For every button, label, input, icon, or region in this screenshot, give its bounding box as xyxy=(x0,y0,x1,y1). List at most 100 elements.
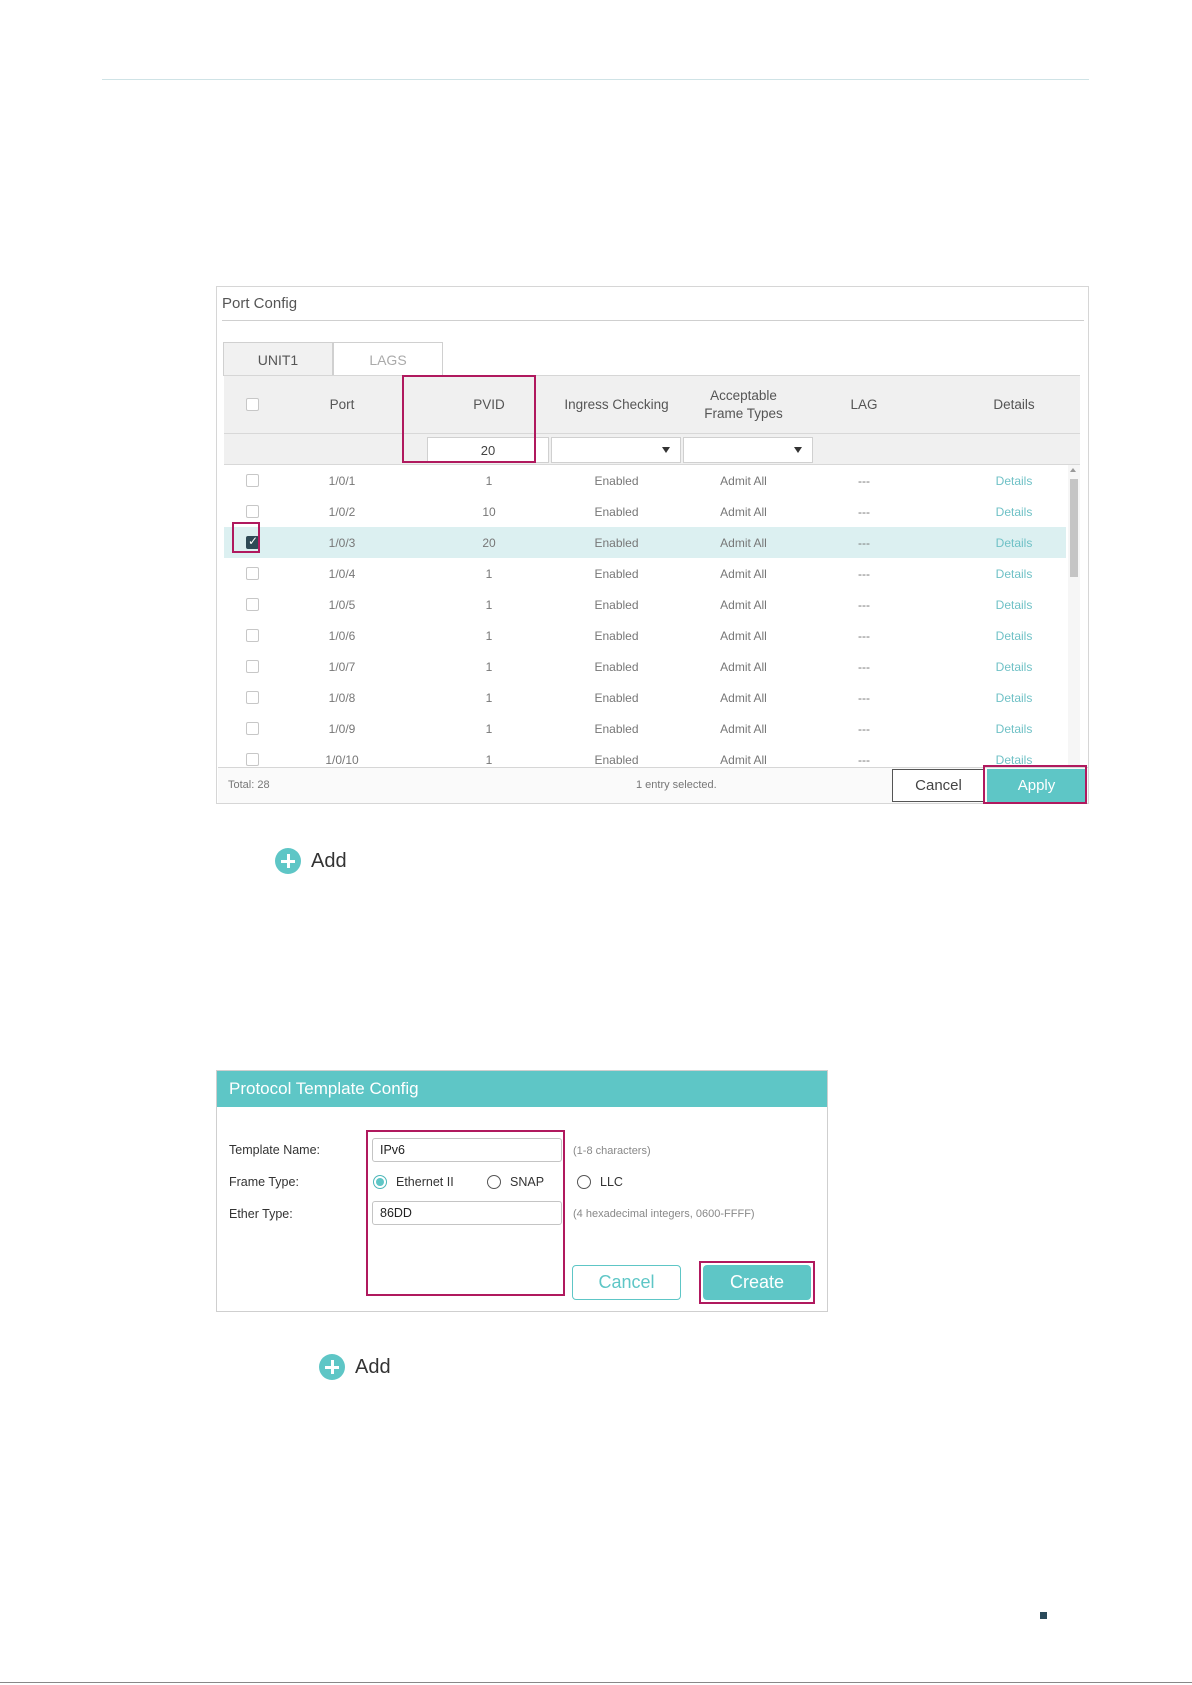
row-checkbox[interactable] xyxy=(246,598,259,611)
column-port: Port xyxy=(329,397,355,412)
cell-frame-type: Admit All xyxy=(720,597,767,612)
details-link[interactable]: Details xyxy=(954,465,1066,496)
cancel-button[interactable]: Cancel xyxy=(572,1265,681,1300)
cell-ingress: Enabled xyxy=(594,628,639,643)
details-link[interactable]: Details xyxy=(954,496,1066,527)
table-row[interactable]: 1/0/3 20 Enabled Admit All --- Details xyxy=(224,527,1066,558)
details-link[interactable]: Details xyxy=(954,651,1066,682)
ether-type-hint: (4 hexadecimal integers, 0600-FFFF) xyxy=(573,1208,755,1220)
port-config-title: Port Config xyxy=(222,295,298,312)
add-label: Add xyxy=(311,849,347,872)
table-row[interactable]: 1/0/1 1 Enabled Admit All --- Details xyxy=(224,465,1066,496)
cell-pvid: 1 xyxy=(485,566,493,581)
add-instruction: Add xyxy=(275,848,347,874)
tab-lags[interactable]: LAGS xyxy=(333,342,443,376)
cell-port: 1/0/7 xyxy=(328,659,356,674)
table-row[interactable]: 1/0/8 1 Enabled Admit All --- Details xyxy=(224,682,1066,713)
cell-frame-type: Admit All xyxy=(720,721,767,736)
page-marker xyxy=(1040,1612,1047,1619)
cell-frame-type: Admit All xyxy=(720,473,767,488)
table-row[interactable]: 1/0/6 1 Enabled Admit All --- Details xyxy=(224,620,1066,651)
row-checkbox[interactable] xyxy=(246,722,259,735)
details-link[interactable]: Details xyxy=(954,682,1066,713)
details-link[interactable]: Details xyxy=(954,589,1066,620)
cancel-button[interactable]: Cancel xyxy=(892,769,985,802)
title-divider xyxy=(222,320,1084,321)
add-instruction: Add xyxy=(319,1354,391,1380)
column-pvid: PVID xyxy=(473,397,505,412)
column-details: Details xyxy=(993,397,1035,412)
cell-port: 1/0/6 xyxy=(328,628,356,643)
radio-ethernet-ii[interactable] xyxy=(373,1175,387,1189)
cell-pvid: 20 xyxy=(482,535,496,550)
cell-lag: --- xyxy=(858,659,870,674)
frame-type-label: Frame Type: xyxy=(229,1175,299,1189)
cell-pvid: 1 xyxy=(485,628,493,643)
row-checkbox[interactable] xyxy=(246,567,259,580)
row-checkbox[interactable] xyxy=(246,534,259,549)
row-checkbox[interactable] xyxy=(246,660,259,673)
ether-type-input[interactable]: 86DD xyxy=(372,1201,562,1225)
cell-lag: --- xyxy=(858,628,870,643)
column-acceptable-frame-types: Acceptable Frame Types xyxy=(704,388,783,421)
radio-snap[interactable] xyxy=(487,1175,501,1189)
details-link[interactable]: Details xyxy=(954,527,1066,558)
cell-ingress: Enabled xyxy=(594,504,639,519)
row-checkbox[interactable] xyxy=(246,505,259,518)
details-link[interactable]: Details xyxy=(954,558,1066,589)
frame-type-filter-select[interactable] xyxy=(683,437,813,463)
cell-ingress: Enabled xyxy=(594,566,639,581)
apply-button[interactable]: Apply xyxy=(987,769,1086,802)
tab-unit1[interactable]: UNIT1 xyxy=(223,342,333,376)
cell-frame-type: Admit All xyxy=(720,659,767,674)
template-name-input[interactable]: IPv6 xyxy=(372,1138,562,1162)
cell-pvid: 1 xyxy=(485,473,493,488)
cell-frame-type: Admit All xyxy=(720,566,767,581)
add-icon xyxy=(319,1354,345,1380)
radio-llc-label: LLC xyxy=(600,1175,623,1189)
column-lag: LAG xyxy=(850,397,878,412)
table-row[interactable]: 1/0/2 10 Enabled Admit All --- Details xyxy=(224,496,1066,527)
create-button[interactable]: Create xyxy=(703,1265,811,1300)
bottom-divider xyxy=(0,1682,1192,1683)
table-row[interactable]: 1/0/4 1 Enabled Admit All --- Details xyxy=(224,558,1066,589)
row-checkbox[interactable] xyxy=(246,691,259,704)
ether-type-label: Ether Type: xyxy=(229,1207,293,1221)
cell-lag: --- xyxy=(858,504,870,519)
table-row[interactable]: 1/0/5 1 Enabled Admit All --- Details xyxy=(224,589,1066,620)
table-footer: Total: 28 1 entry selected. Cancel Apply xyxy=(218,767,1088,803)
cell-ingress: Enabled xyxy=(594,721,639,736)
details-link[interactable]: Details xyxy=(954,713,1066,744)
cell-ingress: Enabled xyxy=(594,535,639,550)
table-header: Port PVID Ingress Checking Acceptable Fr… xyxy=(224,375,1080,433)
cell-port: 1/0/2 xyxy=(328,504,356,519)
cell-frame-type: Admit All xyxy=(720,690,767,705)
cell-lag: --- xyxy=(858,566,870,581)
cell-port: 1/0/5 xyxy=(328,597,356,612)
row-checkbox[interactable] xyxy=(246,753,259,766)
cell-ingress: Enabled xyxy=(594,597,639,612)
cell-lag: --- xyxy=(858,535,870,550)
column-ingress-checking: Ingress Checking xyxy=(564,397,669,412)
scroll-up-icon[interactable] xyxy=(1070,468,1076,472)
selection-count: 1 entry selected. xyxy=(636,779,717,791)
select-all-checkbox[interactable] xyxy=(246,398,259,411)
template-name-label: Template Name: xyxy=(229,1143,321,1157)
scrollbar-thumb[interactable] xyxy=(1070,479,1078,577)
pvid-filter-input[interactable]: 20 xyxy=(427,437,549,463)
protocol-template-panel: Protocol Template Config Template Name: … xyxy=(216,1070,828,1312)
radio-llc[interactable] xyxy=(577,1175,591,1189)
table-row[interactable]: 1/0/7 1 Enabled Admit All --- Details xyxy=(224,651,1066,682)
top-divider xyxy=(102,79,1089,80)
cell-port: 1/0/3 xyxy=(328,535,356,550)
details-link[interactable]: Details xyxy=(954,620,1066,651)
row-checkbox[interactable] xyxy=(246,474,259,487)
cell-ingress: Enabled xyxy=(594,659,639,674)
table-row[interactable]: 1/0/9 1 Enabled Admit All --- Details xyxy=(224,713,1066,744)
ingress-filter-select[interactable] xyxy=(551,437,681,463)
port-config-panel: Port Config UNIT1 LAGS Port PVID Ingress… xyxy=(216,286,1089,804)
add-label: Add xyxy=(355,1355,391,1378)
row-checkbox[interactable] xyxy=(246,629,259,642)
cell-pvid: 1 xyxy=(485,659,493,674)
cell-ingress: Enabled xyxy=(594,690,639,705)
